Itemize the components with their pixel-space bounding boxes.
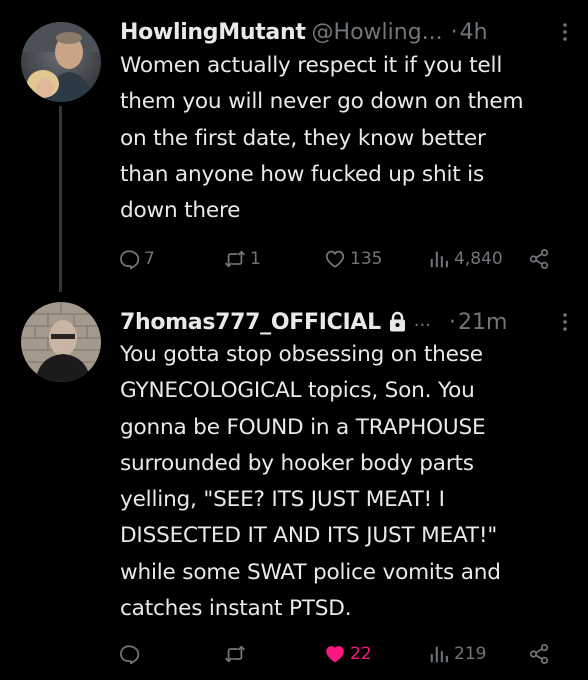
thread-line (59, 106, 62, 292)
lock-icon (389, 311, 406, 333)
repost-icon (225, 645, 245, 663)
reply-icon (120, 250, 140, 270)
more-icon[interactable] (554, 21, 576, 43)
tweet-header: 7homas777_OFFICIAL ... · 21m (120, 307, 580, 337)
action-bar: 22 219 (118, 640, 558, 668)
tweet-header: HowlingMutant @Howling... · 4h (120, 17, 580, 47)
avatar[interactable] (21, 22, 101, 102)
views-icon (430, 646, 448, 663)
share-icon (529, 248, 549, 270)
avatar[interactable] (21, 302, 101, 382)
like-count: 135 (350, 249, 383, 269)
name-truncation: ... (413, 309, 431, 331)
like-icon (325, 250, 345, 268)
reply-button[interactable] (118, 640, 144, 668)
views-icon (430, 251, 448, 268)
separator-dot: · (448, 309, 456, 335)
reply-count: 7 (144, 249, 155, 269)
views-button[interactable]: 219 (428, 640, 486, 668)
like-count: 22 (350, 644, 372, 664)
display-name[interactable]: HowlingMutant (120, 20, 306, 45)
repost-button[interactable] (224, 640, 250, 668)
timestamp[interactable]: 21m (458, 310, 507, 335)
separator-dot: · (450, 19, 458, 45)
reply-icon (120, 645, 140, 665)
share-button[interactable] (528, 245, 550, 273)
tweet-text: You gotta stop obsessing on these GYNECO… (120, 342, 501, 622)
action-bar: 7 1 135 4,840 (118, 245, 558, 273)
like-button[interactable]: 135 (324, 245, 382, 273)
view-count: 4,840 (454, 249, 503, 269)
display-name[interactable]: 7homas777_OFFICIAL (120, 310, 381, 335)
repost-button[interactable]: 1 (224, 245, 261, 273)
repost-count: 1 (250, 249, 261, 269)
tweet-text: Women actually respect it if you tell th… (120, 53, 524, 224)
user-handle[interactable]: @Howling... (312, 20, 443, 45)
share-button[interactable] (528, 640, 550, 668)
views-button[interactable]: 4,840 (428, 245, 503, 273)
more-icon[interactable] (554, 311, 576, 333)
repost-icon (225, 250, 245, 268)
like-button[interactable]: 22 (324, 640, 372, 668)
view-count: 219 (454, 644, 487, 664)
timestamp[interactable]: 4h (460, 20, 488, 45)
like-icon (326, 646, 344, 663)
share-icon (529, 643, 549, 665)
reply-button[interactable]: 7 (118, 245, 155, 273)
